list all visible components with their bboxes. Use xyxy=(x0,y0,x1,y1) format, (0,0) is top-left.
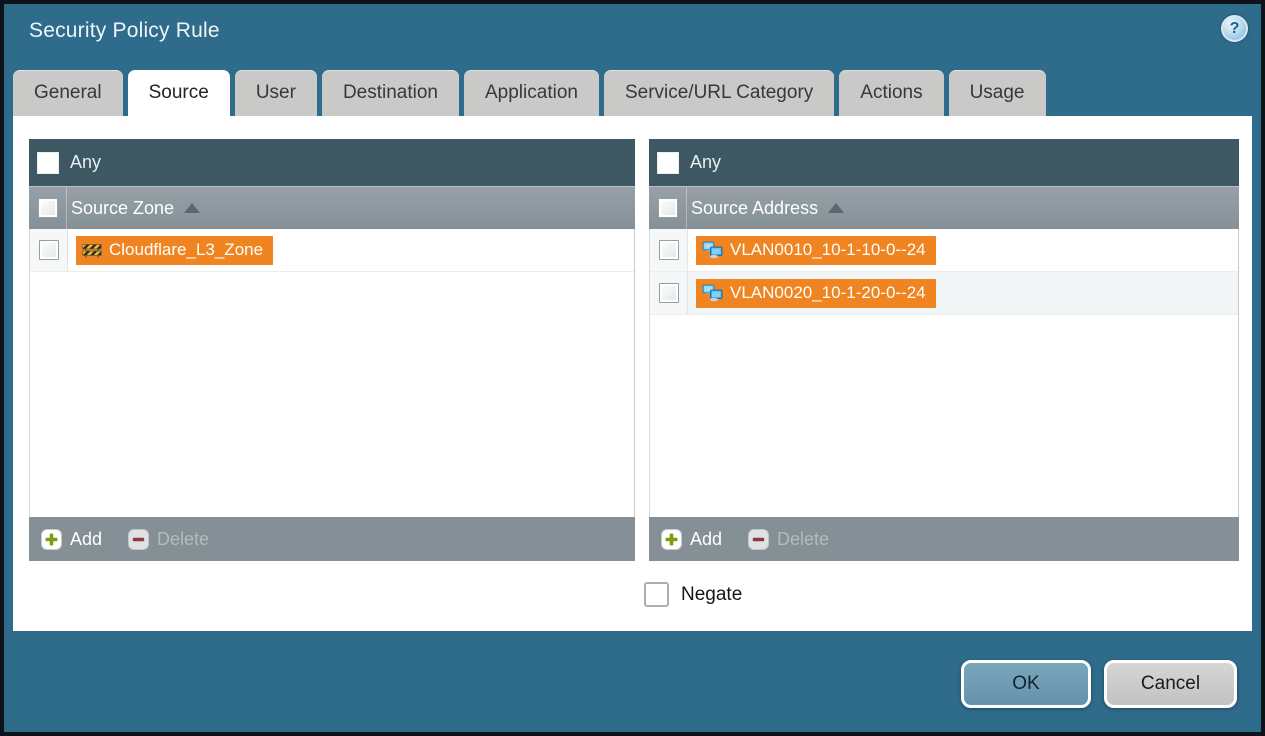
address-chip[interactable]: VLAN0010_10-1-10-0--24 xyxy=(696,235,936,265)
add-label: Add xyxy=(70,528,103,549)
source-address-header-checkbox[interactable] xyxy=(657,198,678,218)
cancel-button[interactable]: Cancel xyxy=(1104,660,1237,708)
source-zone-footer: Add Delete xyxy=(29,517,635,561)
zone-name: Cloudflare_L3_Zone xyxy=(109,240,264,259)
row-checkbox[interactable] xyxy=(658,283,679,303)
source-zone-column-title: Source Zone xyxy=(71,197,175,218)
source-address-rows: VLAN0010_10-1-10-0--24 VLAN0020_10-1-20-… xyxy=(649,229,1239,517)
table-row[interactable]: VLAN0020_10-1-20-0--24 xyxy=(650,272,1238,315)
network-icon xyxy=(702,241,723,259)
add-button[interactable]: Add xyxy=(41,528,103,550)
security-policy-rule-dialog: Security Policy Rule ? General Source Us… xyxy=(0,0,1265,736)
source-zone-panel: Any Source Zone Cloudflare_L3_Zone Add D… xyxy=(29,139,635,561)
source-address-header-checkbox-cell xyxy=(649,187,687,229)
help-icon[interactable]: ? xyxy=(1221,15,1248,42)
source-address-column-title: Source Address xyxy=(691,197,819,218)
row-checkbox-cell xyxy=(650,272,688,314)
tab-user[interactable]: User xyxy=(234,70,317,116)
delete-button[interactable]: Delete xyxy=(748,528,830,550)
address-chip[interactable]: VLAN0020_10-1-20-0--24 xyxy=(696,278,936,308)
source-address-any-cell xyxy=(649,151,687,174)
delete-minus-icon xyxy=(128,528,150,550)
tab-general[interactable]: General xyxy=(13,70,123,116)
delete-label: Delete xyxy=(777,528,830,549)
help-glyph: ? xyxy=(1229,19,1240,37)
add-plus-icon xyxy=(41,528,62,550)
ok-button[interactable]: OK xyxy=(961,660,1091,708)
dialog-titlebar: Security Policy Rule ? xyxy=(4,4,1261,68)
delete-label: Delete xyxy=(157,528,210,549)
zone-icon xyxy=(82,244,102,258)
row-checkbox-cell xyxy=(650,229,688,271)
source-address-any-checkbox[interactable] xyxy=(657,151,679,174)
source-zone-any-bar: Any xyxy=(29,139,635,186)
source-address-footer: Add Delete xyxy=(649,517,1239,561)
source-zone-column-header[interactable]: Source Zone xyxy=(29,186,635,229)
add-plus-icon xyxy=(661,528,682,550)
dialog-title: Security Policy Rule xyxy=(29,19,220,42)
network-icon xyxy=(702,284,723,302)
sort-ascending-icon xyxy=(184,203,201,213)
row-checkbox[interactable] xyxy=(38,240,59,260)
zone-chip[interactable]: Cloudflare_L3_Zone xyxy=(76,235,274,265)
source-zone-any-checkbox[interactable] xyxy=(37,151,59,174)
source-address-column-header[interactable]: Source Address xyxy=(649,186,1239,229)
source-zone-rows: Cloudflare_L3_Zone xyxy=(29,229,635,517)
source-zone-header-checkbox-cell xyxy=(29,187,67,229)
table-row[interactable]: VLAN0010_10-1-10-0--24 xyxy=(650,229,1238,272)
tab-service-url-category[interactable]: Service/URL Category xyxy=(603,70,835,116)
source-zone-any-label: Any xyxy=(70,152,102,172)
source-zone-any-cell xyxy=(29,151,67,174)
source-address-panel: Any Source Address VLAN0010_10-1-10-0--2… xyxy=(649,139,1239,561)
delete-button[interactable]: Delete xyxy=(128,528,210,550)
dialog-tabs: General Source User Destination Applicat… xyxy=(13,70,1046,116)
row-checkbox-cell xyxy=(30,229,68,271)
source-tab-content: Any Source Zone Cloudflare_L3_Zone Add D… xyxy=(13,116,1252,631)
tab-usage[interactable]: Usage xyxy=(948,70,1046,116)
table-row[interactable]: Cloudflare_L3_Zone xyxy=(30,229,634,272)
source-address-any-bar: Any xyxy=(649,139,1239,186)
row-checkbox[interactable] xyxy=(658,240,679,260)
dialog-buttons: OK Cancel xyxy=(961,660,1237,708)
address-name: VLAN0010_10-1-10-0--24 xyxy=(730,240,926,259)
tab-source[interactable]: Source xyxy=(127,70,230,116)
add-button[interactable]: Add xyxy=(661,528,723,550)
source-zone-header-checkbox[interactable] xyxy=(37,198,58,218)
tab-application[interactable]: Application xyxy=(464,70,599,116)
source-address-any-label: Any xyxy=(690,152,722,172)
negate-label: Negate xyxy=(681,583,743,605)
sort-ascending-icon xyxy=(828,203,845,213)
tab-actions[interactable]: Actions xyxy=(839,70,944,116)
negate-row: Negate xyxy=(644,582,742,607)
negate-checkbox[interactable] xyxy=(644,582,669,607)
add-label: Add xyxy=(690,528,723,549)
address-name: VLAN0020_10-1-20-0--24 xyxy=(730,283,926,302)
tab-destination[interactable]: Destination xyxy=(321,70,459,116)
delete-minus-icon xyxy=(748,528,770,550)
